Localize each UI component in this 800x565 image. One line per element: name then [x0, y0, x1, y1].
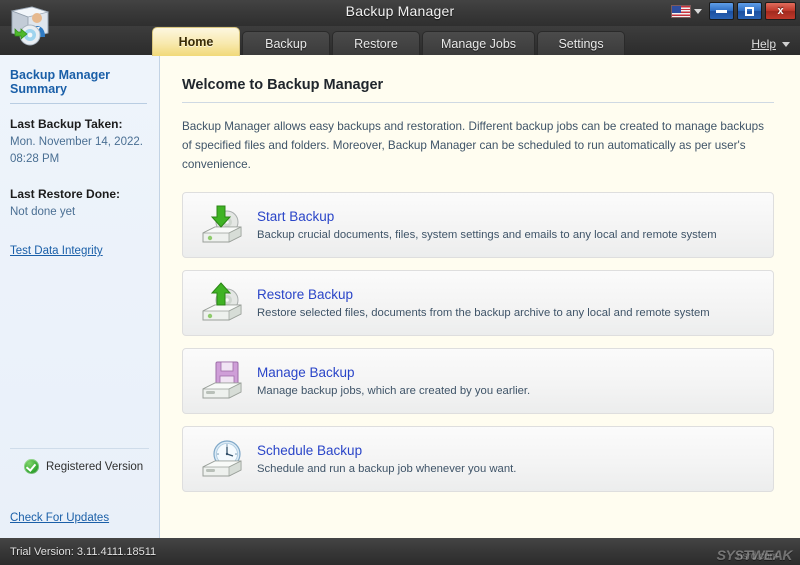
page-title: Welcome to Backup Manager	[182, 77, 774, 103]
card-start-backup[interactable]: Start Backup Backup crucial documents, f…	[182, 192, 774, 258]
help-menu-label: Help	[751, 37, 776, 51]
title-bar: Backup Manager x	[0, 0, 800, 26]
card-schedule-backup[interactable]: Schedule Backup Schedule and run a backu…	[182, 426, 774, 492]
card-subtitle: Manage backup jobs, which are created by…	[257, 385, 530, 397]
disk-drive-clock-icon	[197, 437, 245, 481]
registration-status: Registered Version	[10, 448, 149, 474]
page-description: Backup Manager allows easy backups and r…	[182, 118, 774, 175]
card-manage-backup[interactable]: Manage Backup Manage backup jobs, which …	[182, 348, 774, 414]
trial-version-label: Trial Version: 3.11.4111.18511	[10, 546, 156, 558]
tab-settings[interactable]: Settings	[537, 31, 625, 56]
maximize-button[interactable]	[737, 2, 762, 20]
minimize-button[interactable]	[709, 2, 734, 20]
card-title: Manage Backup	[257, 365, 530, 380]
help-menu-button[interactable]: Help	[751, 37, 790, 51]
language-selector-button[interactable]	[671, 5, 702, 18]
last-backup-label: Last Backup Taken:	[10, 117, 147, 131]
watermark-overlay: nsrd.com	[737, 551, 778, 562]
tab-home[interactable]: Home	[152, 27, 240, 56]
last-backup-value: Mon. November 14, 2022. 08:28 PM	[10, 134, 147, 167]
card-title: Start Backup	[257, 209, 717, 224]
sidebar-title: Backup Manager Summary	[10, 68, 147, 104]
maximize-icon	[745, 7, 754, 16]
test-data-integrity-link[interactable]: Test Data Integrity	[10, 245, 103, 257]
sidebar: Backup Manager Summary Last Backup Taken…	[0, 55, 160, 538]
card-title: Schedule Backup	[257, 443, 516, 458]
window-controls: x	[671, 2, 796, 20]
green-check-circle-icon	[24, 459, 39, 474]
card-subtitle: Schedule and run a backup job whenever y…	[257, 463, 516, 475]
disk-drive-upload-arrow-icon	[197, 281, 245, 325]
registered-version-label: Registered Version	[46, 461, 143, 473]
close-button[interactable]: x	[765, 2, 796, 20]
action-card-list: Start Backup Backup crucial documents, f…	[182, 192, 774, 492]
check-for-updates-link[interactable]: Check For Updates	[10, 512, 109, 524]
minimize-icon	[716, 10, 727, 13]
last-restore-value: Not done yet	[10, 204, 147, 221]
card-restore-backup[interactable]: Restore Backup Restore selected files, d…	[182, 270, 774, 336]
card-subtitle: Backup crucial documents, files, system …	[257, 229, 717, 241]
main-content: Welcome to Backup Manager Backup Manager…	[160, 55, 800, 538]
disk-drive-download-arrow-icon	[197, 203, 245, 247]
card-subtitle: Restore selected files, documents from t…	[257, 307, 710, 319]
backup-manager-logo-icon	[6, 3, 54, 49]
us-flag-icon	[671, 5, 691, 18]
card-title: Restore Backup	[257, 287, 710, 302]
application-window: Backup Manager x	[0, 0, 800, 565]
sidebar-footer: Registered Version Check For Updates	[10, 448, 149, 538]
chevron-down-icon	[694, 9, 702, 14]
tab-restore[interactable]: Restore	[332, 31, 420, 56]
status-bar: Trial Version: 3.11.4111.18511 SYSTWEAK …	[0, 538, 800, 565]
tab-manage-jobs[interactable]: Manage Jobs	[422, 31, 535, 56]
client-area: Backup Manager Summary Last Backup Taken…	[0, 55, 800, 538]
last-restore-label: Last Restore Done:	[10, 187, 147, 201]
tab-list: Home Backup Restore Manage Jobs Settings	[152, 26, 627, 56]
chevron-down-icon	[782, 42, 790, 47]
tab-backup[interactable]: Backup	[242, 31, 330, 56]
disk-drive-floppy-icon	[197, 359, 245, 403]
tab-bar: Home Backup Restore Manage Jobs Settings…	[0, 26, 800, 56]
